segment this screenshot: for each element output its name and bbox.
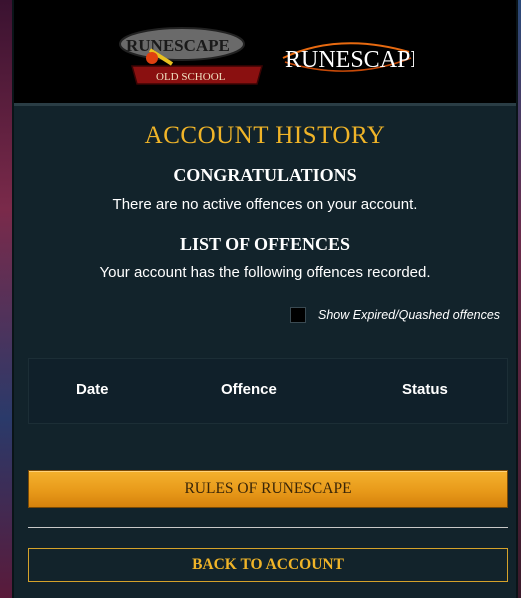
back-to-account-button[interactable]: BACK TO ACCOUNT: [28, 548, 508, 582]
page-title: ACCOUNT HISTORY: [144, 122, 386, 149]
runescape-logo: RUNESCAPE: [282, 42, 414, 73]
divider: [28, 527, 508, 528]
show-expired-label[interactable]: Show Expired/Quashed offences: [318, 308, 500, 322]
no-active-offences-text: There are no active offences on your acc…: [112, 196, 418, 213]
rules-of-runescape-button[interactable]: RULES OF RUNESCAPE: [28, 470, 508, 508]
column-header-offence: Offence: [221, 381, 277, 398]
svg-text:RUNESCAPE: RUNESCAPE: [285, 47, 414, 73]
offences-table: Date Offence Status: [28, 358, 508, 424]
show-expired-checkbox[interactable]: [290, 307, 306, 323]
list-of-offences-heading: LIST OF OFFENCES: [179, 234, 351, 254]
svg-text:RUNESCAPE: RUNESCAPE: [126, 36, 230, 55]
show-expired-toggle-row: Show Expired/Quashed offences: [290, 305, 500, 325]
column-header-status: Status: [402, 381, 448, 398]
osrs-logo: RUNESCAPE OLD SCHOOL: [119, 27, 263, 85]
column-header-date: Date: [76, 381, 109, 398]
header-banner: RUNESCAPE OLD SCHOOL RUNESCAPE: [14, 0, 516, 106]
congratulations-heading: CONGRATULATIONS: [173, 165, 357, 185]
account-history-panel: RUNESCAPE OLD SCHOOL RUNESCAPE ACCOUNT H…: [12, 0, 518, 598]
svg-text:OLD SCHOOL: OLD SCHOOL: [156, 71, 226, 83]
offences-description-text: Your account has the following offences …: [99, 264, 431, 281]
